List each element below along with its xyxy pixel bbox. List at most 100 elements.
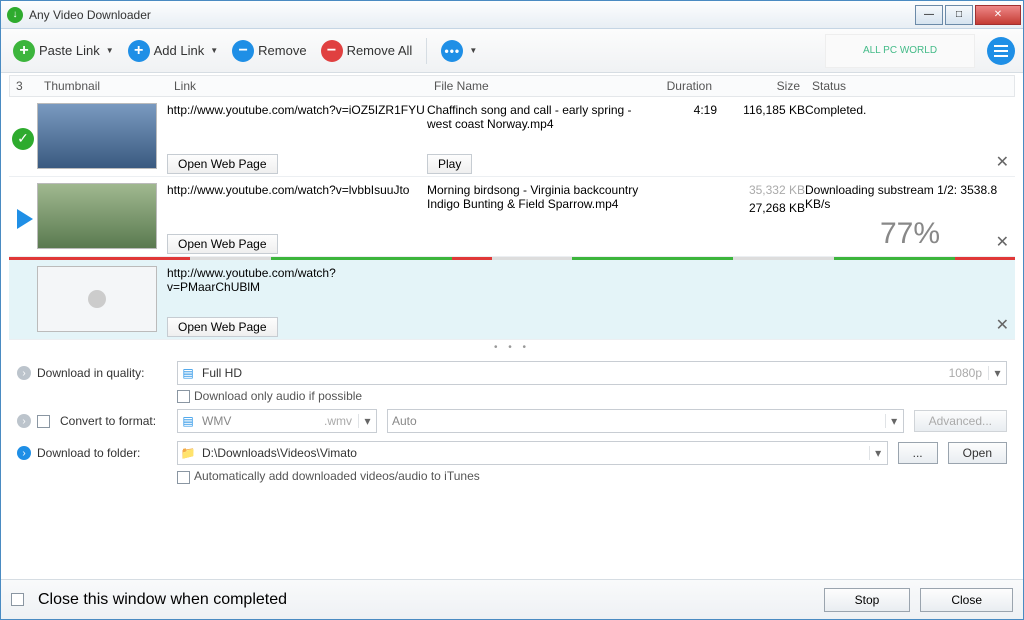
convert-value: WMV: [198, 414, 318, 428]
row-size-total: 35,332 KB: [717, 183, 805, 197]
paste-link-button[interactable]: + Paste Link ▼: [9, 38, 118, 64]
open-web-page-button[interactable]: Open Web Page: [167, 317, 278, 337]
convert-auto: Auto: [388, 414, 885, 428]
convert-label: Convert to format:: [60, 414, 156, 428]
audio-only-checkbox[interactable]: [177, 390, 190, 403]
video-icon: ▤: [178, 366, 198, 380]
row-filename: Chaffinch song and call - early spring -…: [427, 103, 657, 131]
plus-icon: +: [13, 40, 35, 62]
maximize-button[interactable]: □: [945, 5, 973, 25]
row-status: Downloading substream 1/2: 3538.8 KB/s: [805, 183, 1015, 211]
thumbnail[interactable]: [37, 183, 157, 249]
row-status: Completed.: [805, 103, 1015, 174]
convert-ext: .wmv: [318, 414, 358, 428]
remove-row-icon[interactable]: ✕: [996, 232, 1009, 252]
app-icon: ↓: [7, 7, 23, 23]
itunes-checkbox[interactable]: [177, 471, 190, 484]
row-size: 116,185 KB: [717, 103, 805, 174]
chevron-down-icon[interactable]: ▾: [885, 414, 903, 428]
col-count: 3: [10, 77, 38, 95]
convert-format-select[interactable]: ▤ WMV .wmv ▾: [177, 409, 377, 433]
folder-select[interactable]: 📁 D:\Downloads\Videos\Vimato ▾: [177, 441, 888, 465]
play-icon: [17, 209, 33, 229]
close-button[interactable]: ✕: [975, 5, 1021, 25]
chevron-down-icon[interactable]: ▼: [210, 46, 218, 55]
table-row[interactable]: ✓ http://www.youtube.com/watch?v=iOZ5IZR…: [9, 97, 1015, 177]
remove-all-label: Remove All: [347, 43, 413, 58]
quality-select[interactable]: ▤ Full HD 1080p ▾: [177, 361, 1007, 385]
row-link: http://www.youtube.com/watch?v=PMaarChUB…: [167, 266, 427, 294]
stop-button[interactable]: Stop: [824, 588, 911, 612]
separator: [426, 38, 427, 64]
table-row[interactable]: http://www.youtube.com/watch?v=PMaarChUB…: [9, 260, 1015, 340]
logo: ALL PC WORLD: [825, 34, 975, 68]
minimize-button[interactable]: —: [915, 5, 943, 25]
audio-only-label: Download only audio if possible: [194, 389, 362, 403]
col-thumb: Thumbnail: [38, 77, 168, 95]
chevron-down-icon[interactable]: ▾: [988, 366, 1006, 380]
more-menu-button[interactable]: ••• ▼: [437, 38, 481, 64]
titlebar: ↓ Any Video Downloader — □ ✕: [1, 1, 1023, 29]
minus-icon: −: [321, 40, 343, 62]
col-size: Size: [718, 77, 806, 95]
chevron-down-icon[interactable]: ▼: [106, 46, 114, 55]
col-link: Link: [168, 77, 428, 95]
chevron-icon: ›: [17, 446, 31, 460]
thumbnail[interactable]: [37, 266, 157, 332]
row-filename: Morning birdsong - Virginia backcountry …: [427, 183, 657, 211]
video-icon: ▤: [178, 414, 198, 428]
convert-checkbox[interactable]: [37, 415, 50, 428]
menu-button[interactable]: [987, 37, 1015, 65]
toolbar: + Paste Link ▼ + Add Link ▼ − Remove − R…: [1, 29, 1023, 73]
row-link: http://www.youtube.com/watch?v=lvbbIsuuJ…: [167, 183, 427, 197]
quality-value: Full HD: [198, 366, 943, 380]
remove-all-button[interactable]: − Remove All: [317, 38, 417, 64]
remove-label: Remove: [258, 43, 306, 58]
folder-label: Download to folder:: [37, 446, 140, 460]
itunes-label: Automatically add downloaded videos/audi…: [194, 469, 480, 483]
chevron-icon: ›: [17, 366, 31, 380]
row-link: http://www.youtube.com/watch?v=iOZ5IZR1F…: [167, 103, 427, 117]
browse-button[interactable]: ...: [898, 442, 938, 464]
chevron-down-icon[interactable]: ▾: [869, 446, 887, 460]
minus-icon: −: [232, 40, 254, 62]
check-icon: ✓: [12, 128, 34, 150]
open-web-page-button[interactable]: Open Web Page: [167, 234, 278, 254]
quality-label: Download in quality:: [37, 366, 144, 380]
row-size-done: 27,268 KB: [717, 201, 805, 215]
paste-link-label: Paste Link: [39, 43, 100, 58]
window-title: Any Video Downloader: [29, 8, 913, 22]
remove-row-icon[interactable]: ✕: [996, 315, 1009, 335]
col-dur: Duration: [658, 77, 718, 95]
col-status: Status: [806, 77, 1014, 95]
row-duration: 4:19: [657, 103, 717, 174]
dots-icon: •••: [441, 40, 463, 62]
footer: Close this window when completed Stop Cl…: [1, 579, 1023, 619]
settings-panel: ›Download in quality: ▤ Full HD 1080p ▾ …: [9, 355, 1015, 490]
open-folder-button[interactable]: Open: [948, 442, 1007, 464]
close-when-done-label: Close this window when completed: [38, 591, 287, 609]
col-file: File Name: [428, 77, 658, 95]
remove-button[interactable]: − Remove: [228, 38, 310, 64]
quality-suffix: 1080p: [943, 366, 988, 380]
close-dialog-button[interactable]: Close: [920, 588, 1013, 612]
splitter[interactable]: • • •: [9, 340, 1015, 355]
chevron-down-icon[interactable]: ▾: [358, 414, 376, 428]
folder-icon: 📁: [178, 446, 198, 460]
thumbnail[interactable]: [37, 103, 157, 169]
convert-preset-select[interactable]: Auto ▾: [387, 409, 904, 433]
row-duration: [657, 183, 717, 254]
table-row[interactable]: http://www.youtube.com/watch?v=lvbbIsuuJ…: [9, 177, 1015, 257]
plus-icon: +: [128, 40, 150, 62]
list-header: 3 Thumbnail Link File Name Duration Size…: [9, 75, 1015, 97]
row-percent: 77%: [805, 217, 1015, 251]
play-button[interactable]: Play: [427, 154, 472, 174]
chevron-icon: ›: [17, 414, 31, 428]
chevron-down-icon[interactable]: ▼: [469, 46, 477, 55]
add-link-button[interactable]: + Add Link ▼: [124, 38, 223, 64]
remove-row-icon[interactable]: ✕: [996, 152, 1009, 172]
open-web-page-button[interactable]: Open Web Page: [167, 154, 278, 174]
advanced-button[interactable]: Advanced...: [914, 410, 1007, 432]
folder-value: D:\Downloads\Videos\Vimato: [198, 446, 869, 460]
close-when-done-checkbox[interactable]: [11, 593, 24, 606]
